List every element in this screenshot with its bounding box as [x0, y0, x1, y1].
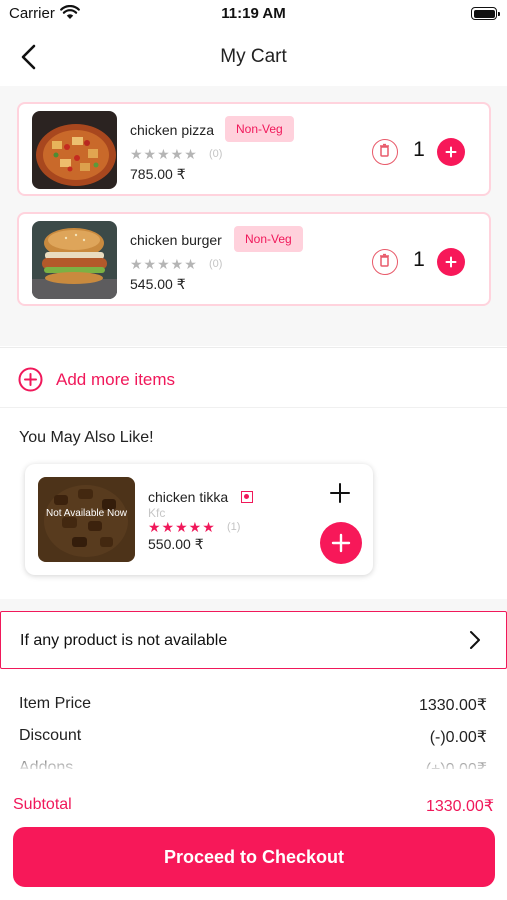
increase-quantity-button[interactable]: [437, 138, 465, 166]
unavailable-product-option[interactable]: If any product is not available: [0, 611, 507, 669]
summary-row: Item Price 1330.00₹: [0, 695, 507, 719]
trash-icon: [380, 253, 389, 267]
item-price: 550.00 ₹: [148, 536, 204, 552]
delete-button[interactable]: [372, 249, 398, 275]
cart-item: chicken burger Non-Veg ★★★★★ (0) 545.00 …: [17, 212, 491, 306]
plus-icon: [445, 146, 457, 158]
summary-row: Addons (+)0.00₹: [0, 759, 507, 769]
food-image-pizza: [32, 111, 117, 189]
plus-icon: [331, 533, 351, 553]
non-veg-badge: Non-Veg: [225, 116, 294, 142]
trash-icon: [380, 143, 389, 157]
item-price: 545.00 ₹: [130, 276, 186, 292]
rating-stars: ★★★★★: [130, 146, 198, 162]
not-available-label: Not Available Now: [46, 508, 127, 519]
battery-icon: [471, 7, 500, 20]
plus-icon: [445, 256, 457, 268]
unavailable-option-label: If any product is not available: [20, 632, 228, 649]
food-image-tikka: Not Available Now: [38, 477, 135, 562]
add-circle-icon: [18, 367, 43, 392]
item-brand: Kfc: [148, 506, 166, 520]
delete-button[interactable]: [372, 139, 398, 165]
clock: 11:19 AM: [221, 5, 286, 22]
item-price: 785.00 ₹: [130, 166, 186, 182]
cart-list: chicken pizza Non-Veg ★★★★★ (0) 785.00 ₹…: [0, 86, 507, 346]
rating-count: (1): [227, 521, 241, 533]
add-more-items-button[interactable]: Add more items: [0, 347, 507, 407]
checkout-label: Proceed to Checkout: [163, 847, 345, 867]
summary-label: Item Price: [19, 695, 92, 712]
recommendation-card[interactable]: Not Available Now chicken tikka Kfc ★★★★…: [25, 464, 373, 575]
subtotal-value: 1330.00₹: [425, 798, 494, 815]
page-title: My Cart: [220, 46, 287, 67]
summary-value: (+)0.00₹: [426, 759, 487, 769]
divider: [0, 599, 507, 611]
add-more-items-label: Add more items: [56, 370, 176, 389]
item-name: chicken tikka: [148, 489, 229, 505]
increase-quantity-button[interactable]: [437, 248, 465, 276]
rating-count: (0): [209, 148, 223, 160]
summary-value: 1330.00₹: [418, 697, 487, 714]
summary-label: Addons: [19, 759, 74, 769]
non-veg-badge: Non-Veg: [234, 226, 303, 252]
summary-label: Discount: [19, 727, 82, 744]
quantity-value: 1: [413, 248, 425, 271]
non-veg-icon: [241, 491, 253, 503]
status-bar: Carrier 11:19 AM: [0, 0, 507, 30]
food-image-burger: [32, 221, 117, 299]
rating-stars: ★★★★★: [148, 519, 216, 535]
chevron-right-icon: [470, 631, 480, 649]
quantity-value: 1: [413, 138, 425, 161]
add-to-cart-button[interactable]: [320, 522, 362, 564]
item-name: chicken burger: [130, 232, 222, 248]
nav-bar: My Cart: [0, 30, 507, 86]
subtotal-label: Subtotal: [13, 796, 72, 813]
recommendations: You May Also Like! Not Available Now chi…: [0, 407, 507, 599]
summary-value: (-)0.00₹: [429, 729, 487, 746]
rating-stars: ★★★★★: [130, 256, 198, 272]
cart-item: chicken pizza Non-Veg ★★★★★ (0) 785.00 ₹…: [17, 102, 491, 196]
plus-icon[interactable]: [328, 481, 352, 505]
price-summary: Item Price 1330.00₹ Discount (-)0.00₹ Ad…: [0, 669, 507, 769]
checkout-panel: Subtotal 1330.00₹ Proceed to Checkout: [0, 769, 507, 900]
summary-row: Discount (-)0.00₹: [0, 727, 507, 751]
item-name: chicken pizza: [130, 122, 215, 138]
section-title: You May Also Like!: [19, 429, 154, 446]
proceed-to-checkout-button[interactable]: Proceed to Checkout: [13, 827, 495, 887]
rating-count: (0): [209, 258, 223, 270]
